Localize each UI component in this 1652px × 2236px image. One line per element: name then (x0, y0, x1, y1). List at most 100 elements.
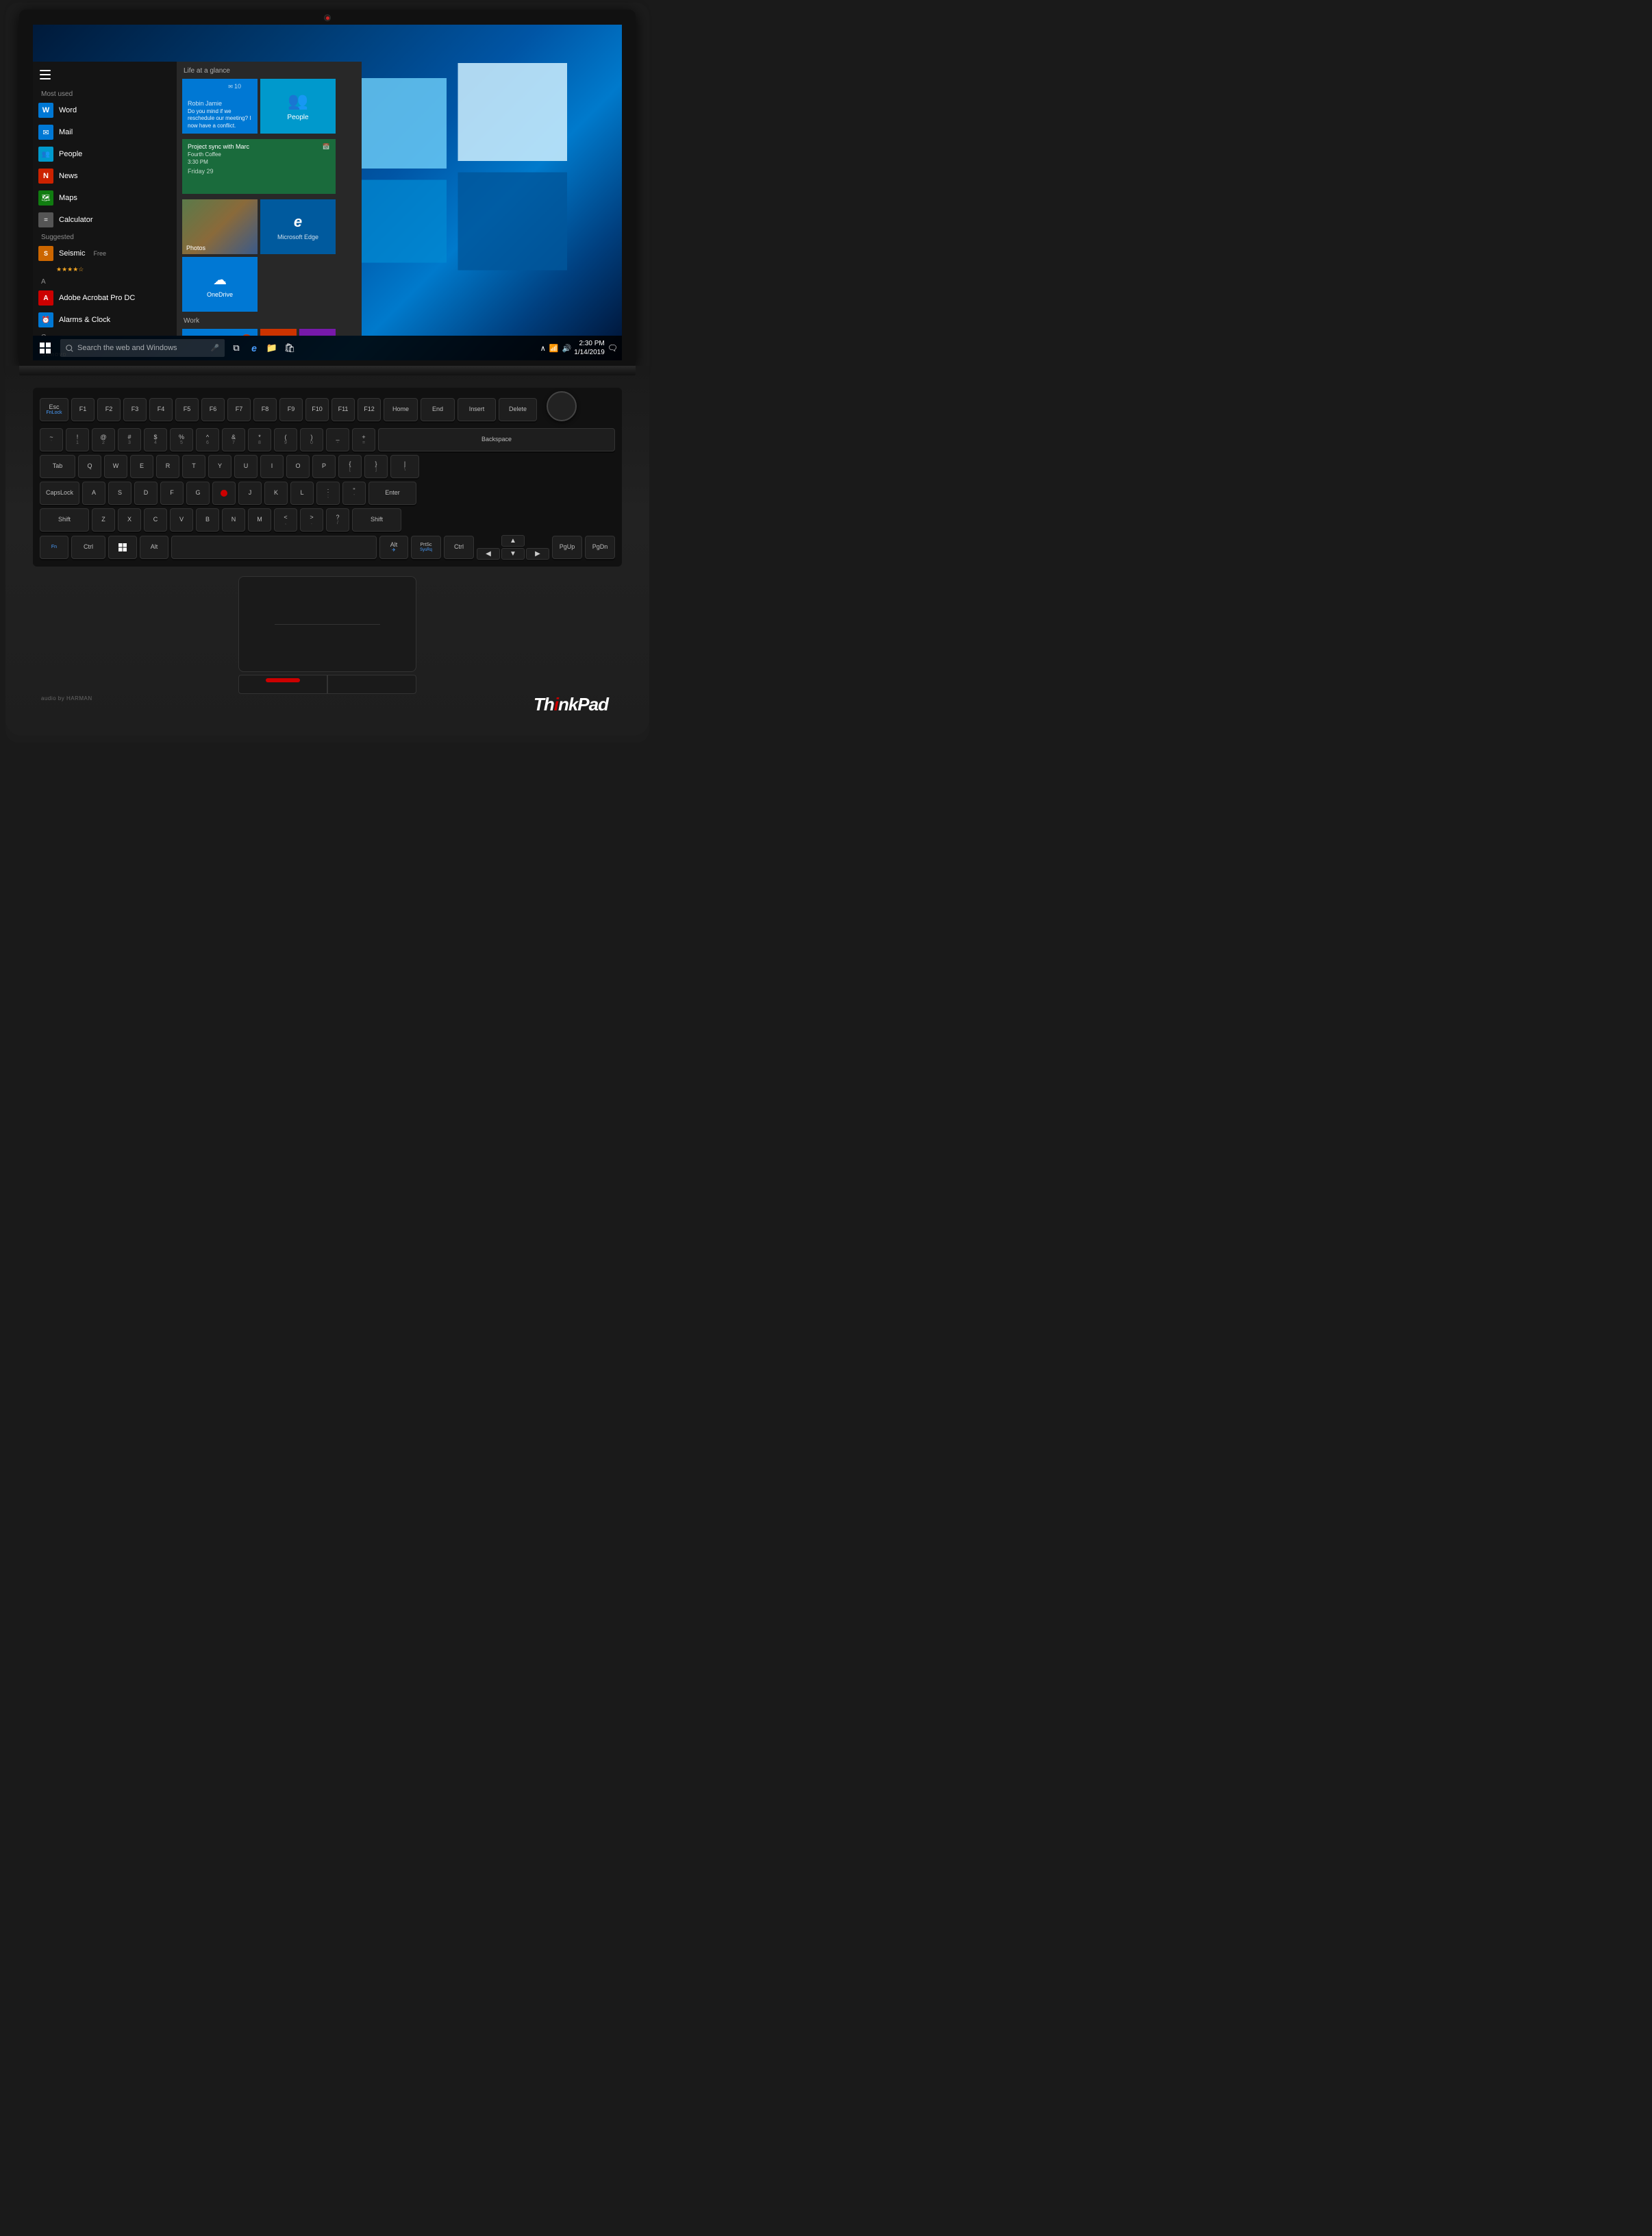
key-p[interactable]: P (312, 455, 336, 478)
key-l[interactable]: L (290, 482, 314, 505)
mail-tile[interactable]: ✉ 10 Robin Jamie Do you mind if we resch… (182, 79, 258, 134)
key-capslock[interactable]: CapsLock (40, 482, 79, 505)
key-m[interactable]: M (248, 508, 271, 532)
key-windows[interactable] (108, 536, 137, 559)
key-z[interactable]: Z (92, 508, 115, 532)
key-7[interactable]: &7 (222, 428, 245, 451)
key-8[interactable]: *8 (248, 428, 271, 451)
key-equals[interactable]: += (352, 428, 375, 451)
key-5[interactable]: %5 (170, 428, 193, 451)
key-f11[interactable]: F11 (331, 398, 355, 421)
sidebar-item-seismic[interactable]: S Seismic Free (33, 243, 177, 264)
hamburger-menu[interactable] (33, 64, 58, 85)
sidebar-item-maps[interactable]: 🗺 Maps (33, 187, 177, 209)
key-prtsc[interactable]: PrtSc SysRq (411, 536, 441, 559)
key-backspace[interactable]: Backspace (378, 428, 615, 451)
key-k[interactable]: K (264, 482, 288, 505)
key-minus[interactable]: _- (326, 428, 349, 451)
key-w[interactable]: W (104, 455, 127, 478)
key-f7[interactable]: F7 (227, 398, 251, 421)
sidebar-item-people[interactable]: 👥 People (33, 143, 177, 165)
key-enter[interactable]: Enter (368, 482, 416, 505)
explorer-taskbar-icon[interactable]: 📁 (266, 342, 278, 354)
key-tab[interactable]: Tab (40, 455, 75, 478)
calendar-tile[interactable]: Project sync with Marc Fourth Coffee 3:3… (182, 139, 336, 194)
key-9[interactable]: (9 (274, 428, 297, 451)
key-quote[interactable]: "' (342, 482, 366, 505)
key-fn[interactable]: Fn (40, 536, 68, 559)
key-3[interactable]: #3 (118, 428, 141, 451)
key-arrow-up[interactable]: ▲ (501, 535, 525, 547)
key-arrow-right[interactable]: ▶ (526, 548, 549, 560)
key-i[interactable]: I (260, 455, 284, 478)
key-period[interactable]: >. (300, 508, 323, 532)
key-ctrl-right[interactable]: Ctrl (444, 536, 474, 559)
key-1[interactable]: !1 (66, 428, 89, 451)
sidebar-item-acrobat[interactable]: A Adobe Acrobat Pro DC (33, 287, 177, 309)
key-insert[interactable]: Insert (458, 398, 496, 421)
sidebar-item-mail[interactable]: ✉ Mail (33, 121, 177, 143)
key-f12[interactable]: F12 (358, 398, 381, 421)
people-tile[interactable]: 👥 People (260, 79, 336, 134)
touchpad-left-btn[interactable] (238, 675, 327, 694)
key-u[interactable]: U (234, 455, 258, 478)
key-backslash[interactable]: |\ (390, 455, 419, 478)
touchpad-right-btn[interactable] (327, 675, 416, 694)
start-button[interactable] (33, 336, 58, 360)
key-0[interactable]: )0 (300, 428, 323, 451)
sidebar-item-alarms[interactable]: ⏰ Alarms & Clock (33, 309, 177, 331)
key-y[interactable]: Y (208, 455, 231, 478)
key-e[interactable]: E (130, 455, 153, 478)
key-6[interactable]: ^6 (196, 428, 219, 451)
key-ctrl-left[interactable]: Ctrl (71, 536, 105, 559)
key-lbracket[interactable]: {[ (338, 455, 362, 478)
key-c[interactable]: C (144, 508, 167, 532)
key-comma[interactable]: <, (274, 508, 297, 532)
network-icon[interactable]: 📶 (549, 344, 559, 353)
key-a[interactable]: A (82, 482, 105, 505)
key-f1[interactable]: F1 (71, 398, 95, 421)
task-view-icon[interactable]: ⧉ (230, 342, 242, 354)
onedrive-tile[interactable]: ☁ OneDrive (182, 257, 258, 312)
onenote-tile[interactable]: N (299, 329, 336, 336)
key-end[interactable]: End (421, 398, 455, 421)
key-shift-right[interactable]: Shift (352, 508, 401, 532)
chevron-up-icon[interactable]: ∧ (540, 344, 546, 353)
trackpoint-scroll-btn[interactable] (266, 678, 300, 682)
fabrikam-tile[interactable]: 🌐 4 Fabrikam Portal (182, 329, 258, 336)
key-f[interactable]: F (160, 482, 184, 505)
key-space[interactable] (171, 536, 377, 559)
key-s[interactable]: S (108, 482, 132, 505)
sidebar-item-calculator[interactable]: = Calculator (33, 209, 177, 231)
key-f6[interactable]: F6 (201, 398, 225, 421)
key-g[interactable]: G (186, 482, 210, 505)
key-f3[interactable]: F3 (123, 398, 147, 421)
key-n[interactable]: N (222, 508, 245, 532)
key-esc[interactable]: Esc FnLock (40, 398, 68, 421)
key-2[interactable]: @2 (92, 428, 115, 451)
sidebar-item-news[interactable]: N News (33, 165, 177, 187)
key-alt-right[interactable]: Alt ✈ (379, 536, 408, 559)
key-backtick[interactable]: ~` (40, 428, 63, 451)
key-r[interactable]: R (156, 455, 179, 478)
key-x[interactable]: X (118, 508, 141, 532)
volume-icon[interactable]: 🔊 (562, 344, 572, 353)
clock[interactable]: 2:30 PM 1/14/2019 (574, 339, 605, 357)
key-f4[interactable]: F4 (149, 398, 173, 421)
key-j[interactable]: J (238, 482, 262, 505)
key-arrow-down[interactable]: ▼ (501, 548, 525, 560)
key-semicolon[interactable]: :; (316, 482, 340, 505)
key-v[interactable]: V (170, 508, 193, 532)
sidebar-item-word[interactable]: W Word (33, 99, 177, 121)
notification-icon[interactable]: 🗨 (608, 343, 618, 353)
key-f9[interactable]: F9 (279, 398, 303, 421)
key-shift-left[interactable]: Shift (40, 508, 89, 532)
key-f2[interactable]: F2 (97, 398, 121, 421)
edge-tile[interactable]: e Microsoft Edge (260, 199, 336, 254)
key-pgdn[interactable]: PgDn (585, 536, 615, 559)
key-f10[interactable]: F10 (305, 398, 329, 421)
taskbar-search[interactable]: Search the web and Windows 🎤 (60, 339, 225, 357)
key-t[interactable]: T (182, 455, 205, 478)
key-rbracket[interactable]: }] (364, 455, 388, 478)
edge-taskbar-icon[interactable]: e (248, 342, 260, 354)
